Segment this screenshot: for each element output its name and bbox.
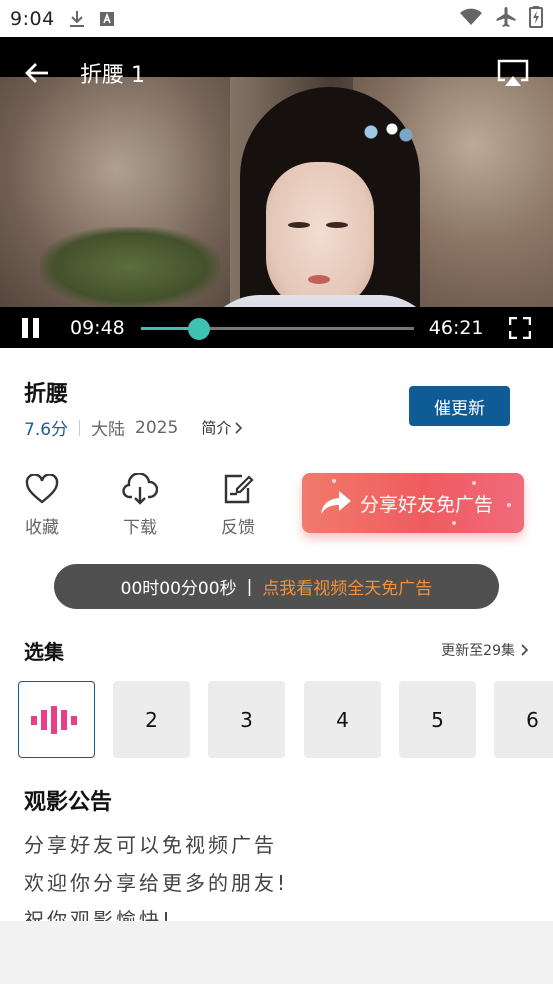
actress-lips: [308, 275, 330, 284]
download-icon: [69, 10, 85, 28]
intro-label: 简介: [201, 419, 232, 437]
cast-button[interactable]: [495, 58, 531, 88]
notice-title: 观影公告: [24, 790, 113, 815]
sparkle: [472, 481, 476, 485]
pause-icon: [22, 317, 28, 338]
sparkle: [332, 479, 336, 483]
sparkle: [507, 503, 511, 507]
back-button[interactable]: [22, 58, 52, 88]
seek-thumb[interactable]: [187, 317, 210, 340]
actress-face: [266, 162, 374, 307]
actress-eye: [326, 222, 348, 228]
region: 大陆: [91, 420, 126, 440]
episode-section-title: 选集: [24, 639, 64, 664]
pause-button[interactable]: [22, 317, 44, 339]
divider: [79, 419, 81, 436]
share-arrow-icon: [320, 487, 352, 519]
edit-note-icon: [224, 474, 254, 504]
status-bar: 9:04: [0, 0, 553, 37]
show-title: 折腰: [24, 382, 69, 407]
episode-item[interactable]: 5: [399, 681, 476, 758]
intro-link[interactable]: 简介: [201, 417, 243, 438]
episode-update-link[interactable]: 更新至29集: [441, 640, 529, 660]
ad-free-banner[interactable]: 00时00分00秒 | 点我看视频全天免广告: [54, 564, 499, 609]
bottom-panel: [0, 921, 553, 984]
fullscreen-button[interactable]: [509, 316, 531, 339]
episode-list: 2 3 4 5 6: [18, 681, 553, 758]
episode-item[interactable]: 6: [494, 681, 553, 758]
cloud-download-icon: [122, 473, 158, 505]
total-time: 46:21: [428, 316, 484, 339]
airplay-icon: [497, 59, 529, 86]
episode-update-info: 更新至29集: [441, 643, 515, 659]
app-screen: 9:04 折腰 1 09:48 46:21 折腰 7.6分 大陆 2025 简介…: [0, 0, 553, 984]
heart-icon: [25, 474, 59, 504]
video-title: 折腰 1: [80, 63, 145, 88]
seek-bar[interactable]: [140, 317, 414, 340]
background-plant: [40, 227, 220, 307]
notice-line: 分享好友可以免视频广告: [24, 833, 277, 857]
download-button[interactable]: 下载: [110, 471, 170, 538]
ad-timer: 00时00分00秒: [120, 579, 237, 599]
player-top-bar: 折腰 1: [0, 37, 553, 109]
chevron-right-icon: [235, 421, 243, 434]
playing-bars-icon: [30, 705, 77, 734]
video-player[interactable]: 折腰 1 09:48 46:21: [0, 37, 553, 348]
feedback-label: 反馈: [221, 518, 255, 538]
download-label: 下载: [123, 518, 157, 538]
share-ad-free-button[interactable]: 分享好友免广告: [302, 473, 524, 533]
chevron-right-icon: [521, 644, 529, 656]
show-meta: 7.6分 大陆 2025 简介: [24, 415, 243, 440]
airplane-icon: [495, 6, 517, 32]
favorite-button[interactable]: 收藏: [12, 471, 72, 538]
episode-item[interactable]: 3: [208, 681, 285, 758]
rating: 7.6分: [24, 420, 69, 440]
wifi-icon: [459, 8, 483, 30]
arrow-left-icon: [25, 63, 48, 83]
hair-ornament: [350, 117, 420, 147]
urge-update-button[interactable]: 催更新: [409, 386, 510, 426]
status-time: 9:04: [10, 7, 55, 30]
episode-item[interactable]: 2: [113, 681, 190, 758]
current-time: 09:48: [70, 316, 125, 339]
ad-watch-link[interactable]: 点我看视频全天免广告: [262, 574, 432, 599]
feedback-button[interactable]: 反馈: [208, 471, 268, 538]
font-a-icon: [99, 11, 115, 27]
sparkle: [452, 521, 456, 525]
fullscreen-icon: [509, 316, 531, 339]
notice-line: 欢迎你分享给更多的朋友!: [24, 871, 289, 895]
favorite-label: 收藏: [25, 518, 59, 538]
episode-item[interactable]: [18, 681, 95, 758]
year: 2025: [135, 417, 179, 438]
pause-icon: [33, 317, 39, 338]
episode-item[interactable]: 4: [304, 681, 381, 758]
video-frame[interactable]: [0, 77, 553, 307]
player-controls: 09:48 46:21: [0, 307, 553, 348]
episode-header: 选集 更新至29集: [24, 636, 529, 664]
battery-charging-icon: [529, 5, 543, 32]
share-label: 分享好友免广告: [360, 493, 494, 516]
actress-eye: [288, 222, 310, 228]
ad-separator: |: [246, 576, 253, 597]
